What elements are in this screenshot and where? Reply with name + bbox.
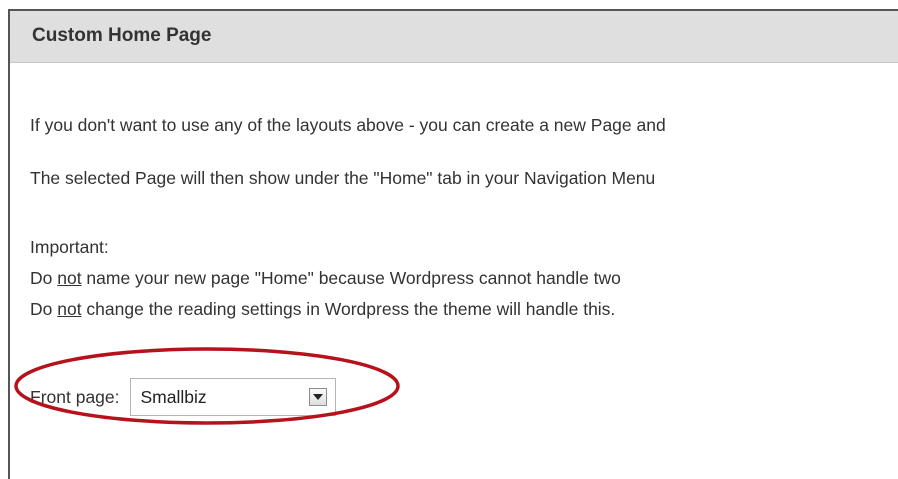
front-page-selected-value: Smallbiz <box>140 386 207 407</box>
front-page-select[interactable]: Smallbiz <box>129 378 336 416</box>
front-page-row: Front page: Smallbiz <box>30 377 336 417</box>
important-notes: Important: Do not name your new page "Ho… <box>30 232 621 325</box>
note-2-text: change the reading settings in Wordpress… <box>81 299 616 319</box>
note-2-emphasis: not <box>57 299 82 319</box>
intro-text: If you don't want to use any of the layo… <box>30 115 666 135</box>
front-page-label: Front page: <box>30 386 120 407</box>
note-1-emphasis: not <box>57 268 82 288</box>
custom-home-page-panel: Custom Home Page If you don't want to us… <box>8 9 898 479</box>
note-1-prefix: Do <box>30 268 58 288</box>
chevron-down-icon[interactable] <box>308 388 327 406</box>
important-heading: Important: <box>30 237 109 257</box>
navigation-note-text: The selected Page will then show under t… <box>30 168 656 188</box>
important-note-2: Do not change the reading settings in Wo… <box>30 294 621 325</box>
note-1-text: name your new page "Home" because Wordpr… <box>81 268 621 288</box>
important-note-1: Do not name your new page "Home" because… <box>30 263 621 294</box>
note-2-prefix: Do <box>30 299 58 319</box>
panel-title: Custom Home Page <box>10 11 898 63</box>
